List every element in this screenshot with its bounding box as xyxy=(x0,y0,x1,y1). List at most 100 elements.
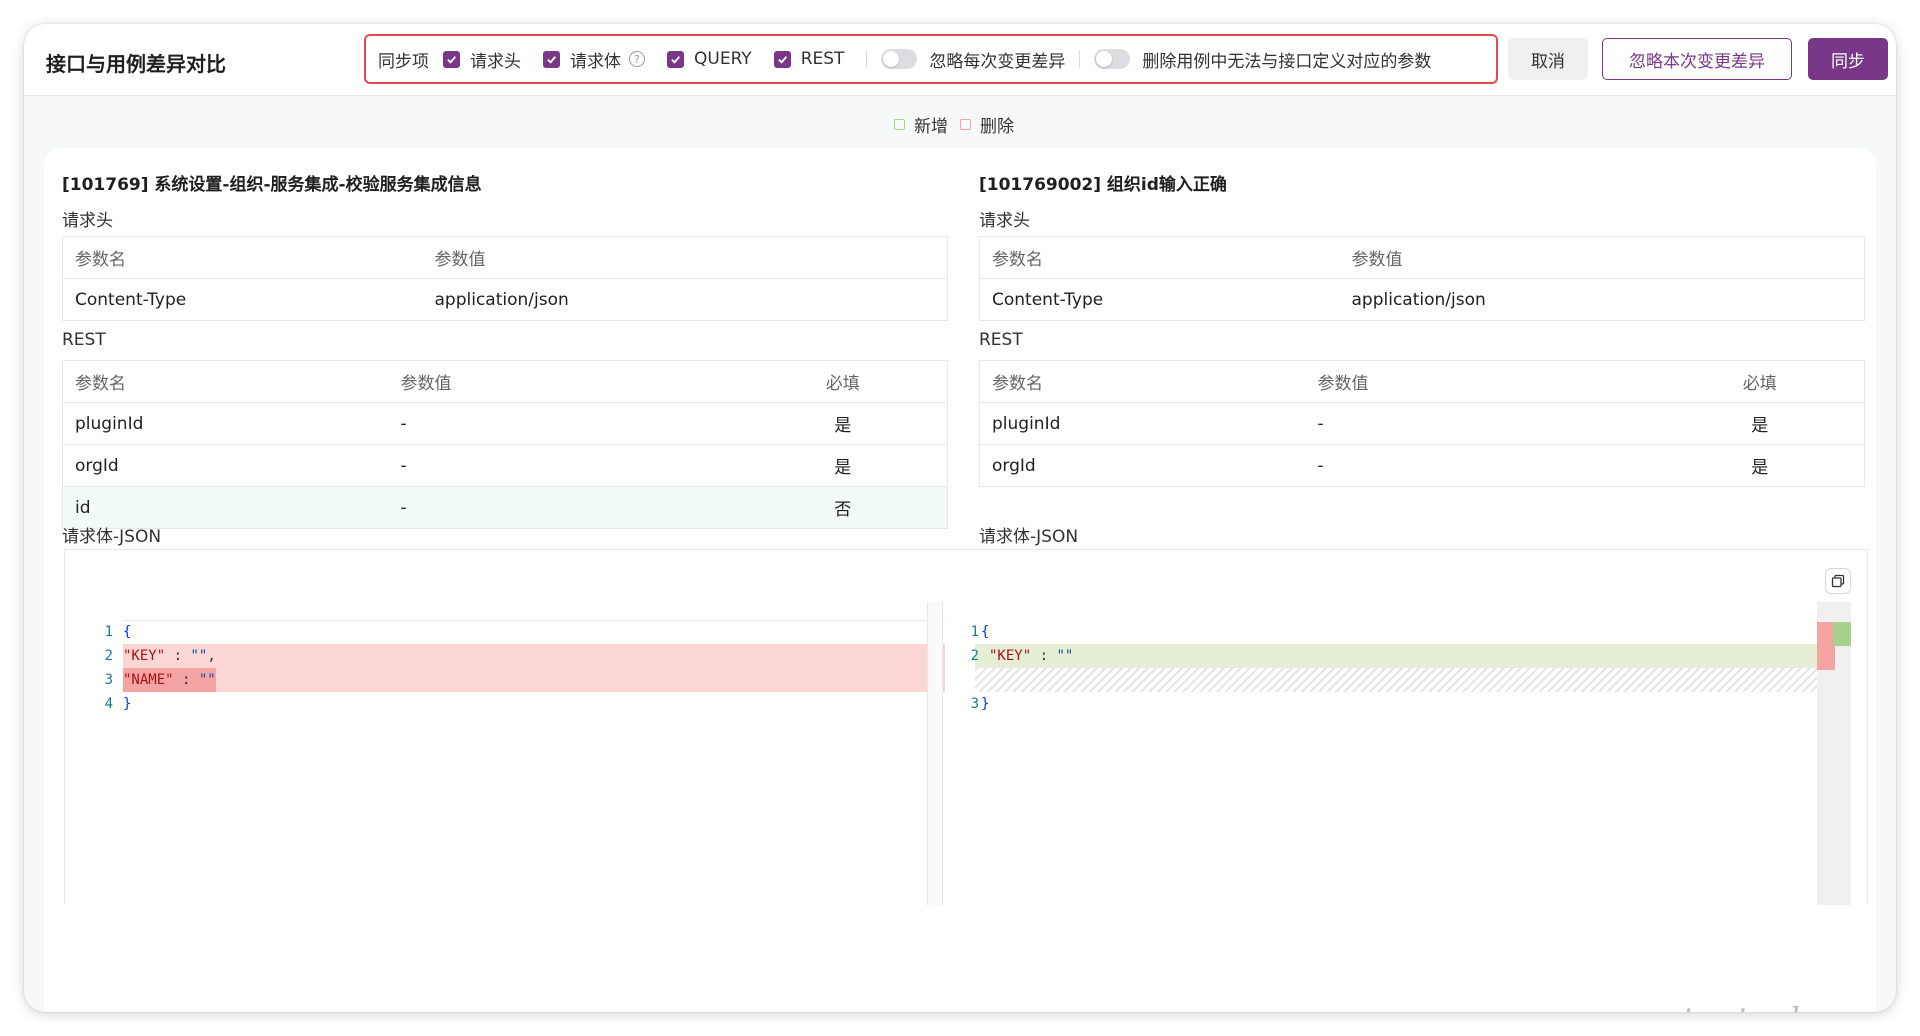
pane-splitter[interactable] xyxy=(927,602,943,905)
interface-title: [101769] 系统设置-组织-服务集成-校验服务集成信息 xyxy=(62,175,482,195)
section-rest: REST xyxy=(62,330,106,350)
checkbox-rest[interactable]: REST xyxy=(773,49,845,69)
table-row: orgId - 是 xyxy=(979,444,1865,487)
help-icon[interactable]: ? xyxy=(629,51,645,67)
json-value: "" xyxy=(198,672,216,688)
checkbox-checked-icon[interactable] xyxy=(667,50,684,68)
code-line: 3 } xyxy=(965,692,1865,716)
col-param-name: 参数名 xyxy=(62,236,423,279)
checkbox-label: 请求体 xyxy=(570,51,621,72)
testcase-title: [101769002] 组织id输入正确 xyxy=(979,175,1227,195)
section-rest: REST xyxy=(979,330,1023,350)
code-text: } xyxy=(981,696,990,712)
copy-icon[interactable] xyxy=(1825,568,1851,594)
checkbox-label: QUERY xyxy=(694,49,752,69)
toggle-ignore-each-change[interactable]: 忽略每次变更差异 xyxy=(881,47,1065,72)
legend-added-label: 新增 xyxy=(914,117,948,137)
col-param-name: 参数名 xyxy=(979,236,1340,279)
cell: 是 xyxy=(738,444,948,487)
checkbox-body[interactable]: 请求体 ? xyxy=(543,47,645,72)
watermark: testerhome.com xyxy=(1682,1000,1896,1012)
dialog-title: 接口与用例差异对比 xyxy=(46,52,226,76)
toggle-label: 忽略每次变更差异 xyxy=(929,51,1066,72)
code-line-deleted: 3 "NAME" : "" xyxy=(65,668,945,692)
checkbox-checked-icon[interactable] xyxy=(773,50,791,68)
json-value: "" xyxy=(190,648,208,664)
diff-overview-ruler[interactable] xyxy=(1817,602,1851,905)
rest-table: 参数名 参数值 必填 pluginId - 是 orgId - 是 xyxy=(979,360,1865,487)
legend-deleted-swatch xyxy=(960,119,971,130)
toggle-switch[interactable] xyxy=(881,49,918,69)
cell: - xyxy=(1305,444,1656,487)
code-text: "KEY" : "", xyxy=(123,648,216,664)
headers-table: 参数名 参数值 Content-Type application/json xyxy=(62,236,948,321)
cell: 否 xyxy=(738,486,948,529)
checkbox-query[interactable]: QUERY xyxy=(667,49,752,69)
col-param-value: 参数值 xyxy=(1339,236,1865,279)
cell: 是 xyxy=(738,402,948,445)
code-line: 1 { xyxy=(65,620,945,644)
toggle-switch[interactable] xyxy=(1094,49,1131,69)
json-key: "KEY" xyxy=(989,648,1032,664)
cell: - xyxy=(388,486,739,529)
deleted-line-bg xyxy=(123,644,945,668)
code-line: 4 } xyxy=(65,692,945,716)
col-param-value: 参数值 xyxy=(422,236,948,279)
dialog-header: 接口与用例差异对比 同步项 请求头 请求体 ? QUERY REST 忽略每次变… xyxy=(24,24,1896,96)
json-key: "KEY" xyxy=(123,648,166,664)
code-text: "NAME" : "" xyxy=(123,668,216,692)
code-text: { xyxy=(981,624,990,640)
ignore-change-button[interactable]: 忽略本次变更差异 xyxy=(1602,38,1792,80)
cell: Content-Type xyxy=(62,278,423,321)
line-number: 1 xyxy=(104,624,113,640)
json-diff-editor[interactable]: 1 { 2 "KEY" : "", 3 "NAME" : "" 4 } 1 {… xyxy=(64,549,1868,905)
cell: 是 xyxy=(1655,444,1865,487)
divider xyxy=(1079,50,1081,68)
toggle-label: 删除用例中无法与接口定义对应的参数 xyxy=(1142,51,1432,72)
json-key: "NAME" xyxy=(123,672,174,688)
ruler-added-marker xyxy=(1833,622,1851,646)
code-line-added: 2 "KEY" : "" xyxy=(965,644,1865,668)
table-row: pluginId - 是 xyxy=(979,402,1865,445)
line-number: 3 xyxy=(970,696,979,712)
section-body-json: 请求体-JSON xyxy=(979,527,1079,547)
added-line-bg xyxy=(975,644,1835,668)
deleted-line-bg xyxy=(123,668,945,692)
col-param-value: 参数值 xyxy=(1305,360,1656,403)
table-row: Content-Type application/json xyxy=(62,278,948,321)
cell: application/json xyxy=(422,278,948,321)
col-param-name: 参数名 xyxy=(979,360,1306,403)
col-param-value: 参数值 xyxy=(388,360,739,403)
diff-placeholder-hatch xyxy=(975,668,1835,692)
cell: - xyxy=(388,444,739,487)
code-text: { xyxy=(123,624,132,640)
cell: Content-Type xyxy=(979,278,1340,321)
cancel-button[interactable]: 取消 xyxy=(1508,38,1588,80)
checkbox-headers[interactable]: 请求头 xyxy=(443,47,521,72)
checkbox-label: REST xyxy=(800,49,845,69)
sync-button[interactable]: 同步 xyxy=(1808,38,1888,80)
toggle-delete-unmatched-params[interactable]: 删除用例中无法与接口定义对应的参数 xyxy=(1094,47,1431,72)
table-row: orgId - 是 xyxy=(62,444,948,487)
json-value: "" xyxy=(1056,648,1074,664)
table-row: pluginId - 是 xyxy=(62,402,948,445)
headers-table: 参数名 参数值 Content-Type application/json xyxy=(979,236,1865,321)
checkbox-checked-icon[interactable] xyxy=(443,50,460,68)
code-text: } xyxy=(123,696,132,712)
col-param-name: 参数名 xyxy=(62,360,389,403)
line-number: 1 xyxy=(970,624,979,640)
table-row-added: id - 否 xyxy=(62,486,948,529)
code-line-deleted: 2 "KEY" : "", xyxy=(65,644,945,668)
code-line: 1 { xyxy=(965,620,1865,644)
checkbox-checked-icon[interactable] xyxy=(543,50,560,68)
col-required: 必填 xyxy=(1655,360,1865,403)
line-number: 3 xyxy=(104,672,113,688)
section-headers: 请求头 xyxy=(62,211,113,231)
cell: - xyxy=(388,402,739,445)
diff-legend: 新增 删除 xyxy=(24,112,1896,137)
cell: orgId xyxy=(979,444,1306,487)
legend-added-swatch xyxy=(894,119,905,130)
legend-deleted-label: 删除 xyxy=(980,117,1014,137)
cell: - xyxy=(1305,402,1656,445)
divider xyxy=(866,50,868,68)
